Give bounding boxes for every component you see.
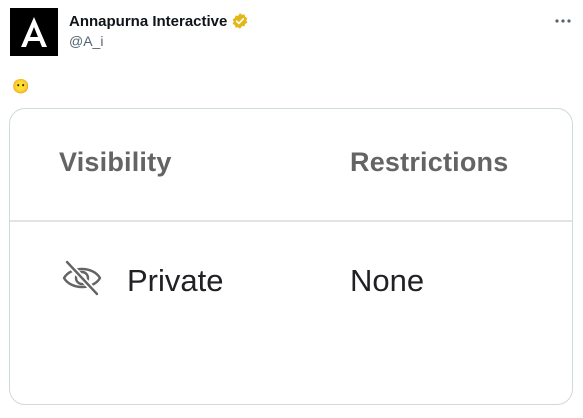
author-handle[interactable]: @A_i <box>69 33 103 49</box>
author-name[interactable]: Annapurna Interactive <box>69 13 227 30</box>
verified-badge-icon <box>231 12 249 30</box>
restrictions-column-header: Restrictions <box>350 147 509 177</box>
visibility-column-header: Visibility <box>59 147 172 177</box>
visibility-value: Private <box>127 263 224 298</box>
more-options-icon <box>555 19 571 23</box>
author-line: Annapurna Interactive <box>69 12 249 30</box>
header-divider <box>10 220 572 222</box>
restrictions-value: None <box>350 263 425 298</box>
eye-off-icon <box>62 258 102 298</box>
more-options-button[interactable] <box>552 10 574 32</box>
tweet-text-emoji: 😶 <box>12 78 30 94</box>
avatar[interactable] <box>10 8 58 56</box>
media-card[interactable]: Visibility Restrictions Private None <box>9 108 573 405</box>
annapurna-logo-icon <box>21 17 47 47</box>
